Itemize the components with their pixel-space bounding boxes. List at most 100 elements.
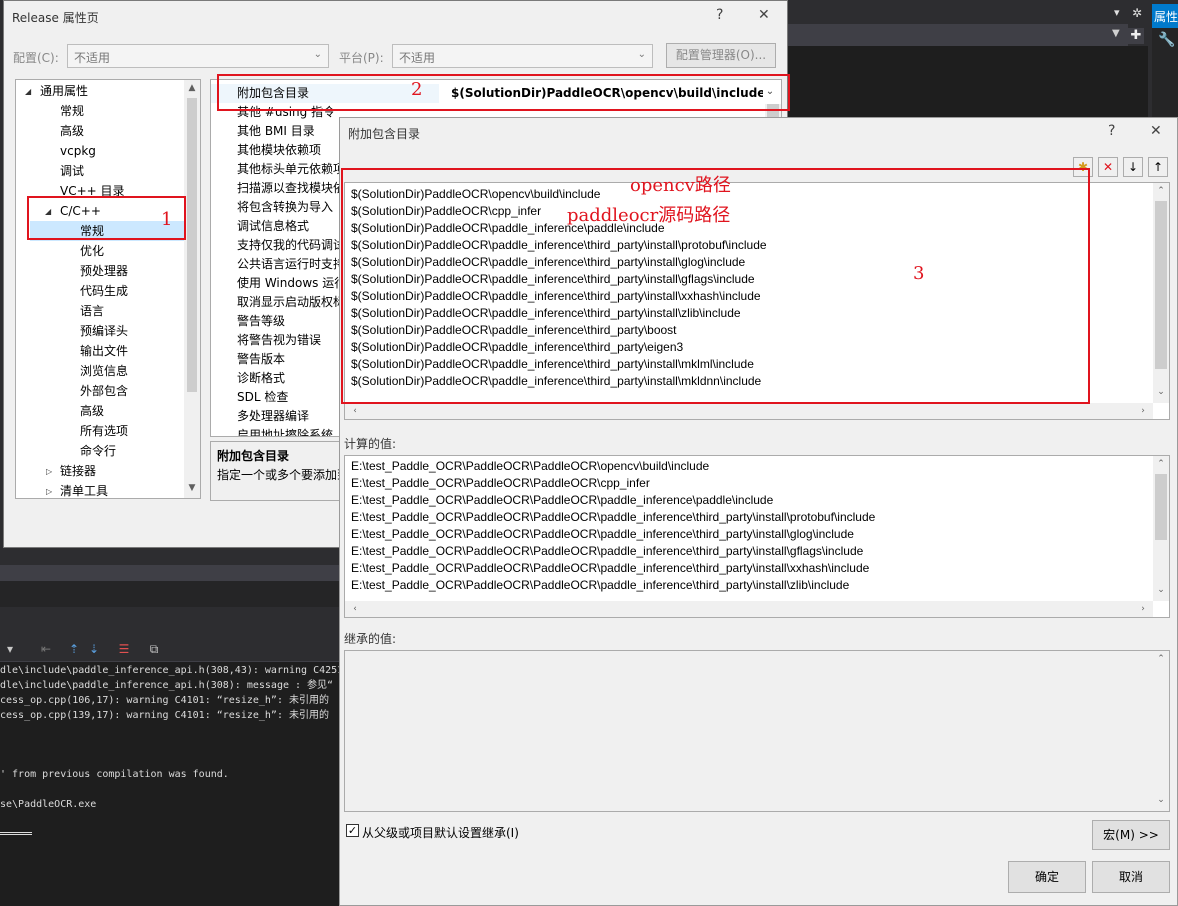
chevron-down-icon[interactable]: ▼ xyxy=(1112,28,1120,39)
property-row[interactable]: 多处理器编译 xyxy=(211,407,341,426)
list-item: E:\test_Paddle_OCR\PaddleOCR\PaddleOCR\o… xyxy=(351,459,710,473)
tree-item[interactable]: 语言 xyxy=(80,301,104,321)
property-row[interactable]: 调试信息格式 xyxy=(211,217,341,236)
config-select[interactable]: 不适用 ⌄ xyxy=(67,44,329,68)
macro-button[interactable]: 宏(M) >> xyxy=(1092,820,1170,850)
evaluated-vscrollbar[interactable]: ⌃ ⌄ xyxy=(1153,456,1169,601)
evaluated-hscrollbar[interactable]: ‹ › xyxy=(345,601,1153,617)
prev-message-icon[interactable]: ⇤ xyxy=(38,641,54,657)
tree-item[interactable]: 代码生成 xyxy=(80,281,128,301)
collapse-icon[interactable]: ◢ xyxy=(25,87,31,96)
gear-icon[interactable]: ✲ xyxy=(1132,6,1142,20)
scroll-thumb[interactable] xyxy=(1155,474,1167,540)
scroll-up-icon[interactable]: ⌃ xyxy=(1153,459,1169,469)
tree-item[interactable]: 浏览信息 xyxy=(80,361,128,381)
scroll-down-icon[interactable]: ⌄ xyxy=(1153,795,1169,805)
inherit-checkbox[interactable]: ✓ xyxy=(346,824,359,837)
add-icon[interactable]: ✚ xyxy=(1128,28,1144,44)
platform-select[interactable]: 不适用 ⌄ xyxy=(392,44,653,68)
scroll-left-icon[interactable]: ‹ xyxy=(347,604,363,614)
annotation-number-3: 3 xyxy=(913,263,925,284)
property-row[interactable]: SDL 检查 xyxy=(211,388,341,407)
property-tree: ◢ 通用属性 常规 高级 vcpkg 调试 VC++ 目录 ◢ C/C++ 常规… xyxy=(15,79,201,499)
word-wrap-icon[interactable]: ⧉ xyxy=(146,641,162,657)
tree-item[interactable]: 输出文件 xyxy=(80,341,128,361)
scroll-right-icon[interactable]: › xyxy=(1135,604,1151,614)
property-row[interactable]: 取消显示启动版权标 xyxy=(211,293,341,312)
ok-button[interactable]: 确定 xyxy=(1008,861,1086,893)
properties-tab[interactable]: 属性 xyxy=(1152,4,1178,28)
scroll-left-icon[interactable]: ‹ xyxy=(347,406,363,416)
dialog-title: 附加包含目录 xyxy=(348,127,421,141)
property-row[interactable]: 其他 BMI 目录 xyxy=(211,122,341,141)
scroll-down-icon[interactable]: ⌄ xyxy=(1153,585,1169,595)
tree-item[interactable]: 常规 xyxy=(60,101,84,121)
property-row[interactable]: 启用地址擦除系统 xyxy=(211,426,341,436)
cancel-button[interactable]: 取消 xyxy=(1092,861,1170,893)
config-label: 配置(C): xyxy=(13,51,59,65)
tree-item[interactable]: 命令行 xyxy=(80,441,116,461)
property-row[interactable]: 公共语言运行时支持 xyxy=(211,255,341,274)
scroll-down-icon[interactable]: ▼ xyxy=(184,483,200,493)
help-button[interactable]: ? xyxy=(1108,123,1115,139)
scroll-down-icon[interactable]: ⌄ xyxy=(1153,387,1169,397)
property-row[interactable]: 警告等级 xyxy=(211,312,341,331)
wrench-icon[interactable]: 🔧 xyxy=(1158,32,1175,48)
tree-item[interactable]: 高级 xyxy=(80,401,104,421)
property-row[interactable]: 将包含转换为导入 xyxy=(211,198,341,217)
property-row[interactable]: 使用 Windows 运行 xyxy=(211,274,341,293)
scroll-up-icon[interactable]: ▲ xyxy=(184,83,200,93)
dropdown-icon[interactable]: ▾ xyxy=(1114,6,1120,19)
scroll-up-icon[interactable]: ⌃ xyxy=(1153,654,1169,664)
tree-item[interactable]: 预编译头 xyxy=(80,321,128,341)
list-item: E:\test_Paddle_OCR\PaddleOCR\PaddleOCR\p… xyxy=(351,510,876,524)
platform-label: 平台(P): xyxy=(339,51,384,65)
expand-icon[interactable]: ▷ xyxy=(46,467,52,476)
property-row[interactable]: 警告版本 xyxy=(211,350,341,369)
tree-item[interactable]: 外部包含 xyxy=(80,381,128,401)
list-item: E:\test_Paddle_OCR\PaddleOCR\PaddleOCR\p… xyxy=(351,561,870,575)
config-manager-button[interactable]: 配置管理器(O)... xyxy=(666,43,776,68)
property-row[interactable]: 其他模块依赖项 xyxy=(211,141,341,160)
scroll-thumb[interactable] xyxy=(1155,201,1167,369)
find-prev-icon[interactable]: ⇡ xyxy=(66,641,82,657)
property-row[interactable]: 扫描源以查找模块依 xyxy=(211,179,341,198)
entries-vscrollbar[interactable]: ⌃ ⌄ xyxy=(1153,183,1169,403)
tree-item[interactable]: 高级 xyxy=(60,121,84,141)
move-down-icon[interactable]: ↓ xyxy=(1123,157,1143,177)
close-button[interactable]: ✕ xyxy=(758,7,770,23)
tree-item-common-properties[interactable]: 通用属性 xyxy=(40,81,88,101)
find-next-icon[interactable]: ⇣ xyxy=(86,641,102,657)
tree-item[interactable]: 调试 xyxy=(60,161,84,181)
entries-hscrollbar[interactable]: ‹ › xyxy=(345,403,1153,419)
list-item: E:\test_Paddle_OCR\PaddleOCR\PaddleOCR\p… xyxy=(351,544,864,558)
property-row[interactable]: 支持仅我的代码调试 xyxy=(211,236,341,255)
list-item: E:\test_Paddle_OCR\PaddleOCR\PaddleOCR\p… xyxy=(351,527,854,541)
tree-item[interactable]: 预处理器 xyxy=(80,261,128,281)
move-up-icon[interactable]: ↑ xyxy=(1148,157,1168,177)
dropdown-arrow-icon[interactable]: ▾ xyxy=(2,641,18,657)
delete-icon[interactable]: ✕ xyxy=(1098,157,1118,177)
ide-toolbar-strip xyxy=(788,24,1128,46)
property-row[interactable]: 将警告视为错误 xyxy=(211,331,341,350)
annotation-number-1: 1 xyxy=(161,209,173,230)
tree-item-linker[interactable]: 链接器 xyxy=(60,461,96,481)
annotation-opencv-note: opencv路径 xyxy=(630,175,731,196)
expand-icon[interactable]: ▷ xyxy=(46,487,52,496)
property-row[interactable]: 其他标头单元依赖项 xyxy=(211,160,341,179)
tree-item-manifest-tool[interactable]: 清单工具 xyxy=(60,481,108,498)
tree-item[interactable]: 所有选项 xyxy=(80,421,128,441)
property-row[interactable]: 诊断格式 xyxy=(211,369,341,388)
tree-scrollbar[interactable]: ▲ ▼ xyxy=(184,80,200,498)
scroll-right-icon[interactable]: › xyxy=(1135,406,1151,416)
tree-item[interactable]: vcpkg xyxy=(60,141,96,161)
scroll-thumb[interactable] xyxy=(187,98,197,392)
tree-item[interactable]: 优化 xyxy=(80,241,104,261)
clear-all-icon[interactable]: ☰ xyxy=(116,641,132,657)
output-line: cess_op.cpp(139,17): warning C4101: “res… xyxy=(0,710,329,721)
chevron-down-icon: ⌄ xyxy=(313,49,322,60)
inherit-checkbox-label[interactable]: 从父级或项目默认设置继承(I) xyxy=(362,824,519,841)
close-button[interactable]: ✕ xyxy=(1150,123,1162,139)
scroll-up-icon[interactable]: ⌃ xyxy=(1153,186,1169,196)
help-button[interactable]: ? xyxy=(716,7,723,23)
